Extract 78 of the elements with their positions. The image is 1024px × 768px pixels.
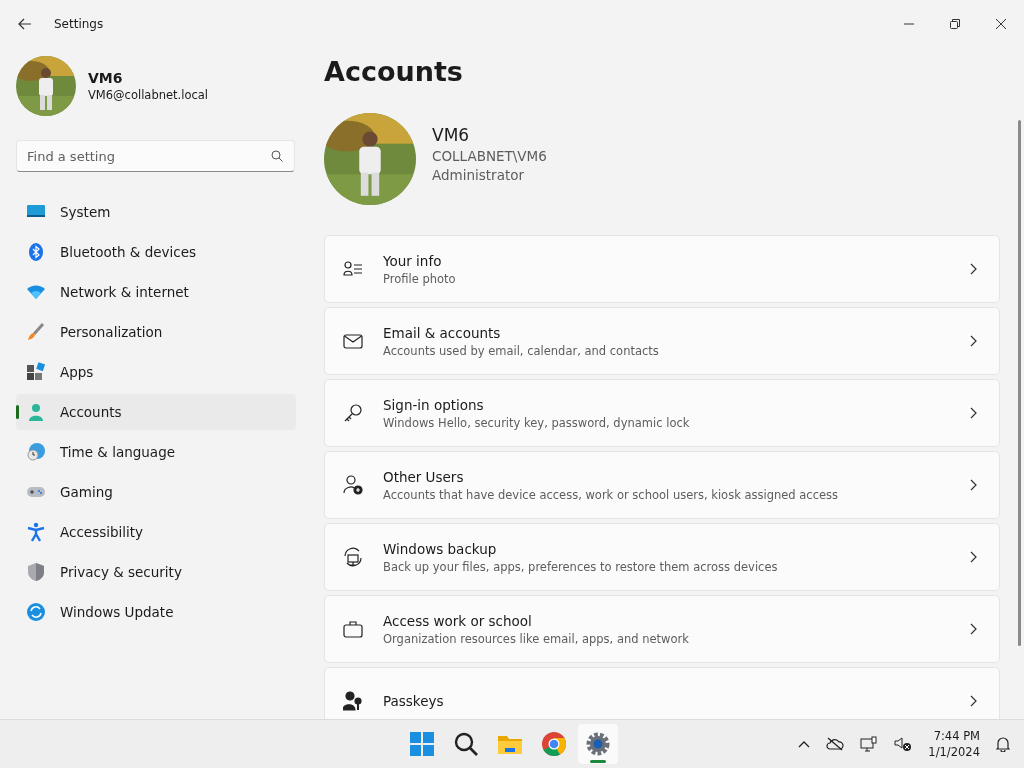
- card-subtitle: Windows Hello, security key, password, dynamic lock: [383, 415, 691, 430]
- chevron-up-icon[interactable]: [798, 740, 811, 748]
- sidebar-item[interactable]: Accounts: [16, 394, 296, 430]
- card-subtitle: Profile photo: [383, 271, 457, 286]
- chevron-icon: [970, 623, 977, 635]
- profile-role: Administrator: [432, 167, 526, 183]
- chevron-icon: [970, 263, 977, 275]
- person-key-icon: [343, 691, 363, 711]
- settings-card[interactable]: Your info Profile photo: [324, 235, 1000, 303]
- briefcase-icon: [343, 619, 363, 639]
- clock-time[interactable]: 7:44 PM: [933, 729, 980, 743]
- chevron-icon: [970, 335, 977, 347]
- sidebar-item[interactable]: Windows Update: [16, 594, 296, 630]
- sidebar-item[interactable]: Privacy & security: [16, 554, 296, 590]
- close-icon[interactable]: [996, 19, 1006, 29]
- profile-name: VM6: [432, 125, 471, 145]
- card-title: Email & accounts: [383, 324, 502, 341]
- person-list-icon: [343, 259, 363, 279]
- sidebar-item[interactable]: Personalization: [16, 314, 296, 350]
- window-title: Settings: [54, 17, 104, 31]
- sidebar-item[interactable]: System: [16, 194, 296, 230]
- gear-icon: [585, 731, 611, 757]
- settings-card[interactable]: Passkeys: [324, 667, 1000, 719]
- profile-account: COLLABNET\VM6: [432, 148, 547, 164]
- chevron-icon: [970, 551, 977, 563]
- search-icon: [271, 150, 283, 162]
- backup-icon: [343, 547, 363, 567]
- card-title: Windows backup: [383, 540, 498, 557]
- chevron-icon: [970, 479, 977, 491]
- envelope-icon: [343, 331, 363, 351]
- sidebar-item[interactable]: Bluetooth & devices: [16, 234, 296, 270]
- brush-icon: [26, 322, 46, 342]
- chevron-icon: [970, 407, 977, 419]
- globe-clock-icon: [26, 442, 46, 462]
- browser-icon: [541, 731, 567, 757]
- person-icon: [26, 402, 46, 422]
- restore-icon[interactable]: [950, 19, 960, 29]
- apps-icon: [26, 362, 46, 382]
- speaker-muted-icon[interactable]: [894, 736, 913, 752]
- settings-card[interactable]: Access work or school Organization resources like email, apps, and network: [324, 595, 1000, 663]
- sidebar-item[interactable]: Accessibility: [16, 514, 296, 550]
- user-email: VM6@collabnet.local: [88, 88, 209, 102]
- card-title: Your info: [383, 252, 443, 269]
- person-add-icon: [343, 475, 363, 495]
- user-name: VM6: [88, 70, 124, 86]
- search-icon: [453, 731, 479, 757]
- accessibility-icon: [26, 522, 46, 542]
- card-subtitle: Organization resources like email, apps, and network: [383, 631, 690, 646]
- card-subtitle: Accounts used by email, calendar, and contacts: [383, 343, 660, 358]
- search-field[interactable]: Find a setting: [16, 140, 295, 172]
- sidebar-item[interactable]: Gaming: [16, 474, 296, 510]
- shield-icon: [26, 562, 46, 582]
- settings-card[interactable]: Windows backup Back up your files, apps, preferences to restore them across devices: [324, 523, 1000, 591]
- sidebar-item[interactable]: Network & internet: [16, 274, 296, 310]
- card-subtitle: Back up your files, apps, preferences to restore them across devices: [383, 559, 779, 574]
- sync-icon: [26, 602, 46, 622]
- settings-card[interactable]: Other Users Accounts that have device access, work or school users, kiosk assigned access: [324, 451, 1000, 519]
- key-icon: [343, 403, 363, 423]
- settings-card[interactable]: Email & accounts Accounts used by email, calendar, and contacts: [324, 307, 1000, 375]
- cloud-off-icon[interactable]: [826, 737, 845, 751]
- card-title: Sign-in options: [383, 396, 485, 413]
- card-title: Other Users: [383, 468, 465, 485]
- clock-date[interactable]: 1/1/2024: [928, 745, 980, 759]
- card-title: Access work or school: [383, 612, 533, 629]
- chevron-icon: [970, 695, 977, 707]
- network-icon[interactable]: [860, 736, 879, 752]
- bell-icon[interactable]: [996, 736, 1010, 752]
- card-title: Passkeys: [383, 693, 445, 709]
- card-subtitle: Accounts that have device access, work or school users, kiosk assigned access: [383, 487, 840, 502]
- bluetooth-icon: [26, 242, 46, 262]
- page-title: Accounts: [324, 56, 464, 87]
- scrollbar[interactable]: [1018, 120, 1021, 646]
- back-icon[interactable]: [18, 18, 32, 30]
- settings-card[interactable]: Sign-in options Windows Hello, security key, password, dynamic lock: [324, 379, 1000, 447]
- windows-start-icon: [409, 731, 435, 757]
- sidebar-item[interactable]: Apps: [16, 354, 296, 390]
- taskbar-app[interactable]: [578, 724, 618, 764]
- sidebar-item[interactable]: Time & language: [16, 434, 296, 470]
